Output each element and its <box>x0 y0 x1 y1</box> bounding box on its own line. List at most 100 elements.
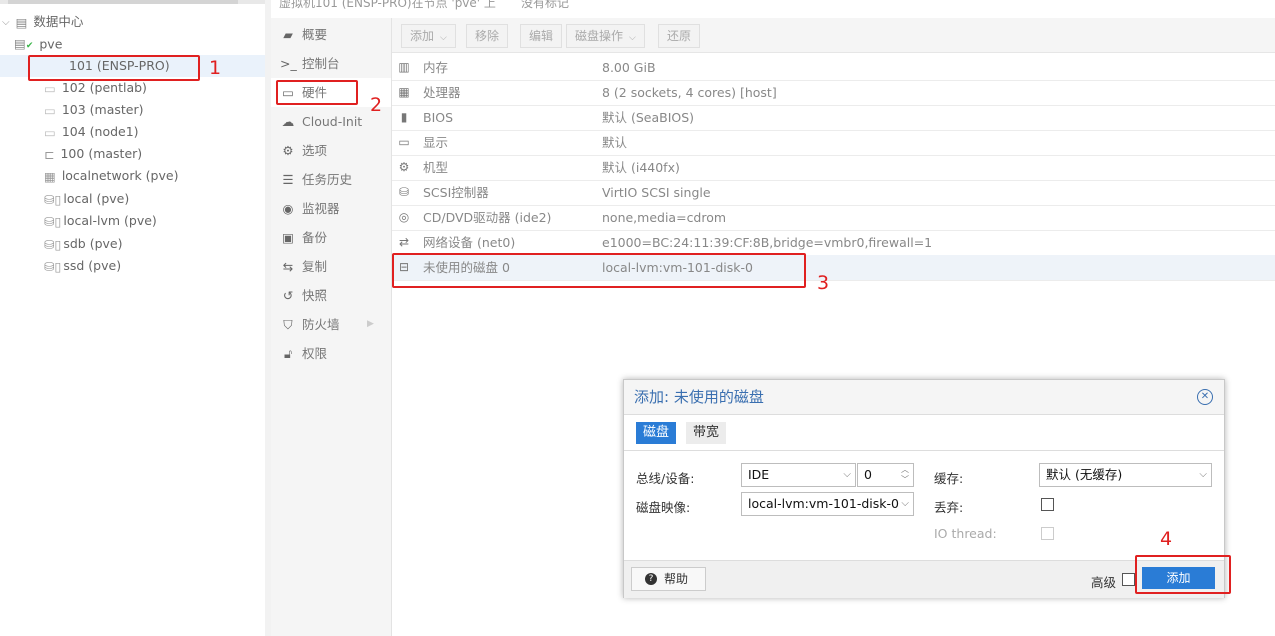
template-icon: ⊏ <box>44 146 55 162</box>
annotation-box-1 <box>28 55 200 81</box>
vm-icon: ▭ <box>44 102 56 118</box>
tree-item-pve[interactable]: ▤✔ pve <box>14 33 262 55</box>
iothread-checkbox[interactable] <box>1041 527 1054 540</box>
close-icon[interactable]: ✕ <box>1197 389 1213 405</box>
vm-title: 虚拟机101 (ENSP-PRO)在节点 'pve' 上 <box>279 0 496 10</box>
device-index-spinner[interactable]: 0 ︿ ﹀ <box>857 463 914 487</box>
revert-label: 还原 <box>667 29 692 43</box>
nav-console[interactable]: >_ 控制台 <box>271 49 391 78</box>
nav-label: 备份 <box>302 230 328 245</box>
hw-row-machine[interactable]: ⚙ 机型 默认 (i440fx) <box>392 155 1275 181</box>
nav-task-history[interactable]: ☰ 任务历史 <box>271 165 391 194</box>
cloud-icon: ☁ <box>281 114 295 129</box>
edit-button[interactable]: 编辑 <box>520 24 563 48</box>
bus-value: IDE <box>748 467 770 482</box>
unlock-icon: 🔓︎ <box>283 346 293 361</box>
tree-item-sdb[interactable]: ⛁▯ sdb (pve) <box>44 233 264 255</box>
nav-replication[interactable]: ⇆ 复制 <box>271 252 391 281</box>
tree-item-datacenter[interactable]: ⌵ ▤ 数据中心 <box>2 11 262 33</box>
page-title: 虚拟机101 (ENSP-PRO)在节点 'pve' 上 没有标记 <box>271 0 1275 14</box>
nav-permissions[interactable]: 🔓︎ 权限 <box>271 339 391 368</box>
nav-monitor[interactable]: ◉ 监视器 <box>271 194 391 223</box>
datacenter-icon: ⌵ <box>2 16 10 28</box>
hw-row-display[interactable]: ▭ 显示 默认 <box>392 130 1275 156</box>
storage-icon: ⛁▯ <box>44 191 62 207</box>
list-icon: ☰ <box>282 172 294 187</box>
bus-select[interactable]: IDE ⌵ <box>741 463 856 487</box>
cache-select[interactable]: 默认 (无缓存) ⌵ <box>1039 463 1212 487</box>
device-index-value: 0 <box>864 467 872 482</box>
nav-label: Cloud-Init <box>302 114 363 129</box>
tree-item-vm-103[interactable]: ▭ 103 (master) <box>44 99 264 121</box>
disk-action-label: 磁盘操作 <box>575 29 624 43</box>
disk-image-select[interactable]: local-lvm:vm-101-disk-0 ⌵ <box>741 492 914 516</box>
hw-value: 默认 (i440fx) <box>602 160 680 175</box>
storage-icon: ⛁▯ <box>44 213 62 229</box>
tree-item-local-lvm[interactable]: ⛁▯ local-lvm (pve) <box>44 210 264 232</box>
chevron-down-icon: ⌵ <box>629 33 636 43</box>
remove-button[interactable]: 移除 <box>466 24 509 48</box>
hw-value: 默认 (SeaBIOS) <box>602 110 695 125</box>
cache-value: 默认 (无缓存) <box>1046 467 1123 482</box>
hw-row-cpu[interactable]: ▦ 处理器 8 (2 sockets, 4 cores) [host] <box>392 80 1275 106</box>
expand-arrow-icon: ▶ <box>367 319 374 329</box>
nav-label: 监视器 <box>302 201 340 216</box>
nav-label: 权限 <box>302 346 328 361</box>
hw-key: 机型 <box>423 160 449 175</box>
history-icon: ↺ <box>282 288 294 303</box>
tree-item-localnetwork[interactable]: ▦ localnetwork (pve) <box>44 165 264 187</box>
nav-label: 快照 <box>302 288 328 303</box>
tree-item-label: local (pve) <box>63 191 130 206</box>
database-icon: ⛁ <box>398 185 410 199</box>
spinner-arrows-icon[interactable]: ︿ ﹀ <box>901 465 909 485</box>
tree-item-label: 104 (node1) <box>61 124 139 139</box>
nav-label: 任务历史 <box>302 172 353 187</box>
revert-button[interactable]: 还原 <box>658 24 701 48</box>
disk-action-button[interactable]: 磁盘操作 ⌵ <box>566 24 645 48</box>
console-icon: >_ <box>280 56 297 71</box>
nav-summary[interactable]: ▰ 概要 <box>271 20 391 49</box>
discard-checkbox[interactable] <box>1041 498 1054 511</box>
add-button[interactable]: 添加 ⌵ <box>401 24 456 48</box>
vm-icon: ▭ <box>44 124 56 140</box>
exchange-icon: ⇄ <box>398 235 410 249</box>
tree-item-local[interactable]: ⛁▯ local (pve) <box>44 188 264 210</box>
hw-row-cdrom[interactable]: ◎ CD/DVD驱动器 (ide2) none,media=cdrom <box>392 205 1275 231</box>
nav-snapshots[interactable]: ↺ 快照 <box>271 281 391 310</box>
dialog-footer: ? 帮助 高级 添加 <box>624 560 1224 598</box>
hw-key: BIOS <box>423 110 454 125</box>
annotation-box-3 <box>392 253 806 288</box>
tree-scrollbar[interactable] <box>0 0 265 4</box>
nav-label: 防火墙 <box>302 317 340 332</box>
tree-item-label: 数据中心 <box>33 14 84 29</box>
hw-value: 8.00 GiB <box>602 60 656 75</box>
hw-row-scsi[interactable]: ⛁ SCSI控制器 VirtIO SCSI single <box>392 180 1275 206</box>
hw-row-memory[interactable]: ▥ 内存 8.00 GiB <box>392 55 1275 81</box>
server-icon: ▤✔ <box>14 36 34 51</box>
tree-item-vm-104[interactable]: ▭ 104 (node1) <box>44 121 264 143</box>
help-button[interactable]: ? 帮助 <box>631 567 706 591</box>
dialog-header: 添加: 未使用的磁盘 ✕ <box>624 380 1224 415</box>
tree-item-vm-100[interactable]: ⊏ 100 (master) <box>44 143 264 165</box>
question-icon: ? <box>645 573 657 585</box>
remove-label: 移除 <box>475 29 500 43</box>
annotation-number-2: 2 <box>370 94 383 116</box>
iothread-label: IO thread: <box>934 526 997 541</box>
hw-key: CD/DVD驱动器 (ide2) <box>423 210 552 225</box>
nav-firewall[interactable]: ⛉ 防火墙 ▶ <box>271 310 391 339</box>
nav-backup[interactable]: ▣ 备份 <box>271 223 391 252</box>
storage-icon: ⛁▯ <box>44 236 62 252</box>
annotation-number-3: 3 <box>817 272 830 294</box>
advanced-label: 高级 <box>1091 575 1117 590</box>
tab-disk[interactable]: 磁盘 <box>636 422 677 444</box>
tab-bandwidth[interactable]: 带宽 <box>686 422 727 444</box>
chevron-down-icon: ⌵ <box>440 33 447 43</box>
tree-item-label: sdb (pve) <box>63 236 123 251</box>
hw-row-bios[interactable]: ▮ BIOS 默认 (SeaBIOS) <box>392 105 1275 131</box>
nav-options[interactable]: ⚙ 选项 <box>271 136 391 165</box>
tree-item-ssd[interactable]: ⛁▯ ssd (pve) <box>44 255 264 277</box>
tree-item-label: localnetwork (pve) <box>61 168 179 183</box>
tags-label[interactable]: 没有标记 <box>521 0 569 9</box>
advanced-checkbox[interactable] <box>1122 573 1135 586</box>
hw-value: 默认 <box>602 135 628 150</box>
